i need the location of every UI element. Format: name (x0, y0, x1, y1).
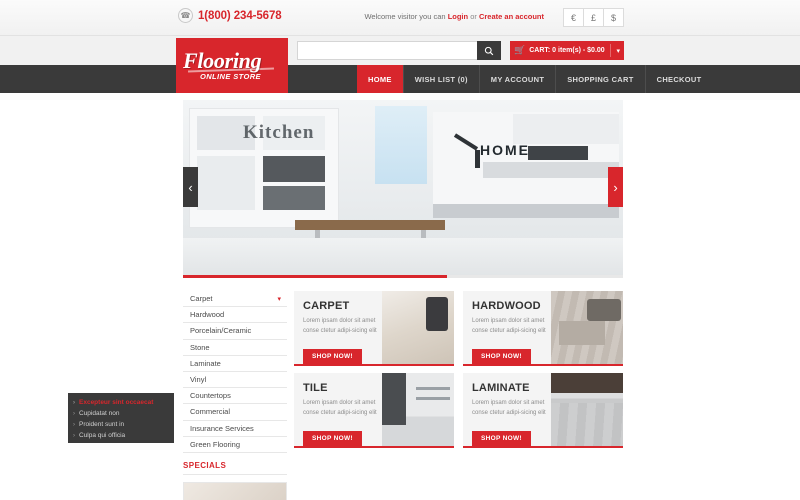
hardwood-photo (551, 291, 623, 364)
laminate-photo (551, 373, 623, 446)
sidebar-item-insurance-services[interactable]: Insurance Services (183, 420, 287, 437)
chevron-right-icon: › (73, 421, 75, 428)
cart-button[interactable]: 🛒 CART: 0 item(s) - $0.00 ▾ (510, 41, 624, 60)
chevron-right-icon: › (73, 410, 75, 417)
carpet-photo (382, 291, 454, 364)
logo-title: Flooring (183, 48, 262, 73)
flyout-label-cupidatat: Cupidatat non (79, 410, 120, 417)
cart-label: CART: 0 item(s) - $0.00 (529, 47, 605, 54)
flyout-label-excepteur: Excepteur sint occaecat (79, 399, 154, 406)
promo-title-carpet: CARPET (303, 300, 350, 312)
slider-next-arrow-icon[interactable]: › (608, 167, 623, 207)
sidebar-item-vinyl[interactable]: Vinyl (183, 371, 287, 389)
nav-item-shopping-cart[interactable]: SHOPPING CART (556, 65, 646, 93)
sidebar-item-green-flooring[interactable]: Green Flooring (183, 436, 287, 453)
flyout-item-proident[interactable]: › Proident sunt in (73, 419, 174, 430)
hero-slide-image: Kitchen HOME (183, 100, 623, 275)
specials-product-card[interactable] (183, 481, 287, 500)
search-icon (484, 46, 494, 55)
hero-overlay-text-kitchen: Kitchen (243, 122, 315, 143)
flyout-item-culpa[interactable]: › Culpa qui officia (73, 430, 174, 441)
promo-title-laminate: LAMINATE (472, 382, 530, 394)
promo-title-hardwood: HARDWOOD (472, 300, 541, 312)
currency-gbp-button[interactable]: £ (583, 8, 604, 27)
welcome-prefix: Welcome visitor you can (364, 12, 446, 21)
promo-card-body-hardwood: HARDWOOD Lorem ipsam dolor sit amet cons… (472, 300, 558, 336)
logo-subtitle: ONLINE STORE (200, 72, 261, 81)
hero-slider[interactable]: Kitchen HOME ‹ › (183, 100, 623, 275)
promo-card-carpet[interactable]: CARPET Lorem ipsam dolor sit amet conse … (294, 291, 454, 366)
promo-desc-hardwood: Lorem ipsam dolor sit amet conse ctetur … (472, 318, 546, 334)
promo-desc-carpet: Lorem ipsam dolor sit amet conse ctetur … (303, 318, 377, 334)
main-navigation: HOME WISH LIST (0) MY ACCOUNT SHOPPING C… (357, 65, 713, 93)
promo-title-tile: TILE (303, 382, 328, 394)
currency-eur-button[interactable]: € (563, 8, 584, 27)
phone-block: ☎ 1(800) 234-5678 (178, 8, 282, 23)
promo-card-body-tile: TILE Lorem ipsam dolor sit amet conse ct… (303, 382, 389, 418)
sidebar-item-countertops[interactable]: Countertops (183, 388, 287, 405)
content-area: Kitchen HOME ‹ › Carpet ▾ Hardwood Porce… (0, 93, 800, 500)
sidebar-item-hardwood[interactable]: Hardwood (183, 307, 287, 324)
site-logo[interactable]: Flooring ONLINE STORE (176, 38, 288, 93)
search-input[interactable] (297, 41, 477, 60)
nav-item-my-account[interactable]: MY ACCOUNT (480, 65, 557, 93)
nav-item-home[interactable]: HOME (357, 65, 404, 93)
tile-photo (382, 373, 454, 446)
flyout-item-excepteur[interactable]: › Excepteur sint occaecat (73, 397, 174, 408)
sidebar: Carpet ▾ Hardwood Porcelain/Ceramic Ston… (183, 291, 287, 500)
phone-icon: ☎ (178, 8, 193, 23)
slider-prev-arrow-icon[interactable]: ‹ (183, 167, 198, 207)
sidebar-label-carpet: Carpet (190, 294, 213, 304)
chevron-down-icon[interactable]: ▾ (277, 295, 281, 303)
welcome-message: Welcome visitor you can Login or Create … (364, 12, 544, 21)
sidebar-item-porcelain-ceramic[interactable]: Porcelain/Ceramic (183, 323, 287, 340)
top-bar-inner: ☎ 1(800) 234-5678 Welcome visitor you ca… (172, 0, 628, 35)
or-label: or (470, 12, 477, 21)
shop-now-button-carpet[interactable]: SHOP NOW! (303, 349, 362, 364)
promo-card-hardwood[interactable]: HARDWOOD Lorem ipsam dolor sit amet cons… (463, 291, 623, 366)
promo-desc-laminate: Lorem ipsam dolor sit amet conse ctetur … (472, 400, 546, 416)
shop-now-button-tile[interactable]: SHOP NOW! (303, 431, 362, 446)
chevron-down-icon[interactable]: ▾ (610, 44, 620, 57)
shop-now-button-laminate[interactable]: SHOP NOW! (472, 431, 531, 446)
promo-card-body-laminate: LAMINATE Lorem ipsam dolor sit amet cons… (472, 382, 558, 418)
chevron-right-icon: › (73, 432, 75, 439)
flyout-item-cupidatat[interactable]: › Cupidatat non (73, 408, 174, 419)
category-promo-cards: CARPET Lorem ipsam dolor sit amet conse … (294, 291, 623, 455)
promo-desc-tile: Lorem ipsam dolor sit amet conse ctetur … (303, 400, 377, 416)
category-flyout-menu: › Excepteur sint occaecat › Cupidatat no… (68, 393, 174, 443)
nav-item-checkout[interactable]: CHECKOUT (646, 65, 713, 93)
top-bar: ☎ 1(800) 234-5678 Welcome visitor you ca… (0, 0, 800, 36)
shopping-cart-icon: 🛒 (514, 45, 526, 55)
sidebar-item-carpet[interactable]: Carpet ▾ (183, 291, 287, 308)
card-row-top: CARPET Lorem ipsam dolor sit amet conse … (294, 291, 623, 366)
slider-progress-bar (183, 275, 623, 278)
flyout-label-culpa: Culpa qui officia (79, 432, 126, 439)
phone-number: 1(800) 234-5678 (198, 9, 282, 22)
promo-card-tile[interactable]: TILE Lorem ipsam dolor sit amet conse ct… (294, 373, 454, 448)
search-bar (297, 41, 501, 60)
promo-card-laminate[interactable]: LAMINATE Lorem ipsam dolor sit amet cons… (463, 373, 623, 448)
card-row-bottom: TILE Lorem ipsam dolor sit amet conse ct… (294, 373, 623, 448)
hero-overlay-text-home: HOME (480, 142, 530, 158)
sidebar-item-laminate[interactable]: Laminate (183, 355, 287, 372)
shop-now-button-hardwood[interactable]: SHOP NOW! (472, 349, 531, 364)
flyout-label-proident: Proident sunt in (79, 421, 125, 428)
sidebar-item-stone[interactable]: Stone (183, 339, 287, 356)
create-account-link[interactable]: Create an account (479, 12, 544, 21)
specials-heading: SPECIALS (183, 461, 287, 475)
search-button[interactable] (477, 41, 501, 60)
login-link[interactable]: Login (448, 12, 468, 21)
slider-progress-fill (183, 275, 447, 278)
chevron-right-icon: › (73, 399, 75, 406)
sidebar-item-commercial[interactable]: Commercial (183, 404, 287, 421)
currency-usd-button[interactable]: $ (603, 8, 624, 27)
currency-switcher[interactable]: € £ $ (563, 8, 624, 27)
nav-item-wish-list[interactable]: WISH LIST (0) (404, 65, 480, 93)
promo-card-body-carpet: CARPET Lorem ipsam dolor sit amet conse … (303, 300, 389, 336)
page-root: ☎ 1(800) 234-5678 Welcome visitor you ca… (0, 0, 800, 500)
